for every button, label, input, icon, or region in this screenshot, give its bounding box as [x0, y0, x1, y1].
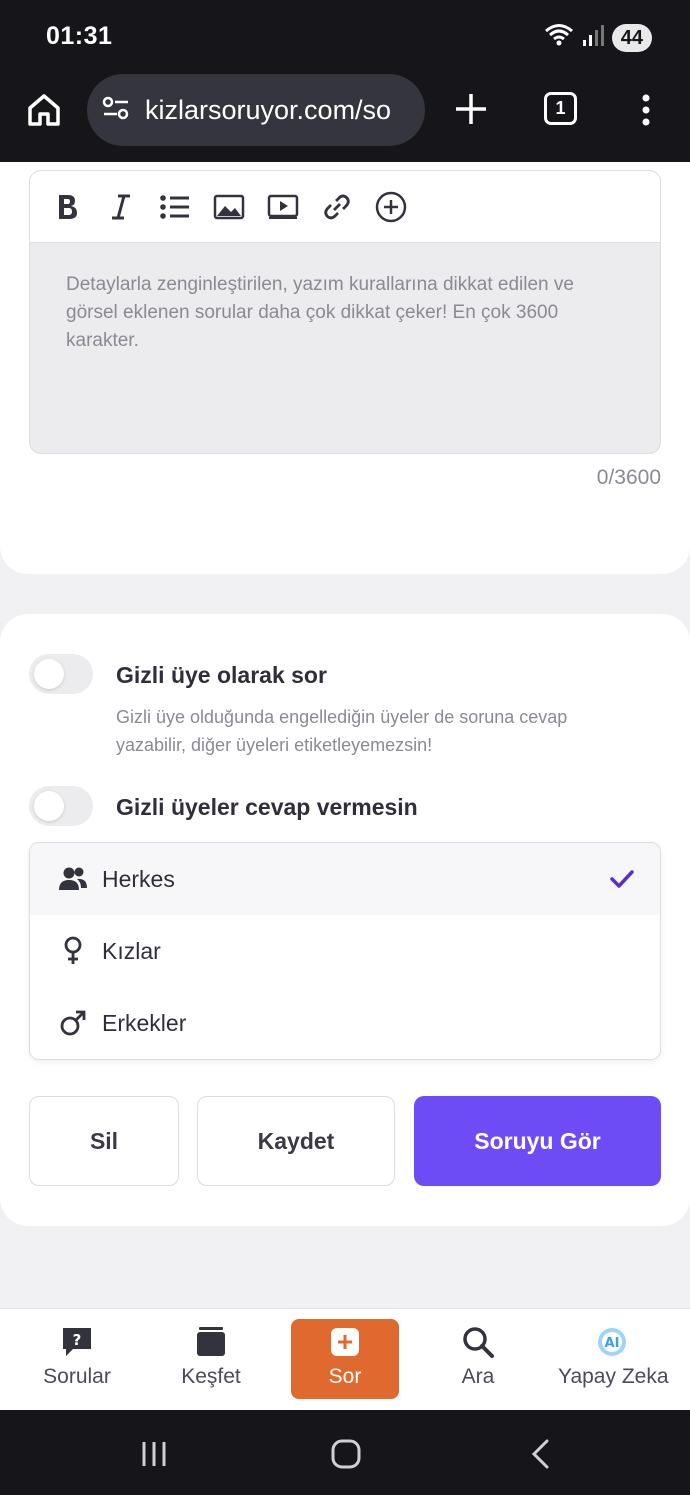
- nav-label: Ara: [461, 1365, 495, 1388]
- dropdown-option-label: Kızlar: [102, 937, 161, 964]
- no-anonymous-answers-title: Gizli üyeler cevap vermesin: [116, 794, 418, 820]
- bold-icon[interactable]: [50, 190, 84, 224]
- back-icon[interactable]: [528, 1438, 552, 1475]
- bottom-navigation: ? Sorular Keşfet Sor Ara AI Yapay Zeka: [0, 1308, 690, 1410]
- browser-toolbar: kizlarsoruyor.com/so 1: [0, 72, 690, 162]
- system-navigation-bar: [0, 1410, 690, 1495]
- home-icon[interactable]: [24, 90, 64, 130]
- video-icon[interactable]: [266, 190, 300, 224]
- dropdown-option-label: Erkekler: [102, 1009, 187, 1036]
- anonymous-option-title: Gizli üye olarak sor: [116, 662, 327, 688]
- signal-icon: [582, 23, 604, 52]
- anonymous-option-description: Gizli üye olduğunda engellediğin üyeler …: [116, 707, 568, 755]
- question-bubble-icon: ?: [60, 1325, 94, 1359]
- italic-icon[interactable]: [104, 190, 138, 224]
- toggle-knob: [34, 659, 64, 689]
- wifi-icon: [544, 22, 574, 53]
- dropdown-option-everyone[interactable]: Herkes: [30, 843, 660, 915]
- nav-item-discover[interactable]: Keşfet: [157, 1319, 265, 1399]
- users-icon: [58, 864, 88, 894]
- nav-item-questions[interactable]: ? Sorular: [23, 1319, 131, 1399]
- nav-item-search[interactable]: Ara: [424, 1319, 532, 1399]
- delete-button[interactable]: Sil: [29, 1096, 179, 1186]
- add-circle-icon[interactable]: [374, 190, 408, 224]
- dropdown-option-girls[interactable]: Kızlar: [30, 915, 660, 987]
- nav-label: Yapay Zeka: [558, 1365, 669, 1388]
- anonymous-toggle[interactable]: [29, 654, 93, 694]
- audience-dropdown-menu: Herkes Kızlar Erkekler: [29, 842, 661, 1060]
- ai-icon: AI: [595, 1325, 629, 1359]
- list-icon[interactable]: [158, 190, 192, 224]
- image-icon[interactable]: [212, 190, 246, 224]
- no-anonymous-answers-toggle[interactable]: [29, 786, 93, 826]
- address-bar[interactable]: kizlarsoruyor.com/so: [87, 74, 425, 146]
- battery-indicator: 44: [611, 23, 652, 52]
- nav-label: Sorular: [43, 1365, 111, 1388]
- question-details-card: Detaylarla zenginleştirilen, yazım kural…: [0, 162, 690, 574]
- editor-toolbar: [30, 171, 660, 243]
- search-icon: [461, 1325, 495, 1359]
- toggle-knob: [34, 791, 64, 821]
- svg-text:AI: AI: [605, 1336, 620, 1351]
- preview-question-button[interactable]: Soruyu Gör: [414, 1096, 661, 1186]
- status-time: 01:31: [46, 22, 113, 50]
- dropdown-option-boys[interactable]: Erkekler: [30, 987, 660, 1059]
- editor-placeholder[interactable]: Detaylarla zenginleştirilen, yazım kural…: [30, 243, 660, 355]
- dropdown-option-label: Herkes: [102, 865, 175, 892]
- female-icon: [58, 936, 88, 966]
- nav-label: Keşfet: [181, 1365, 241, 1388]
- url-text: kizlarsoruyor.com/so: [145, 94, 392, 125]
- status-icons: 44: [544, 22, 652, 53]
- nav-label: Sor: [328, 1365, 362, 1388]
- status-bar: 01:31 44: [0, 0, 690, 72]
- checkmark-icon: [608, 865, 636, 893]
- save-button[interactable]: Kaydet: [197, 1096, 395, 1186]
- recent-apps-icon[interactable]: [140, 1440, 168, 1473]
- tab-switcher-button[interactable]: 1: [544, 92, 577, 125]
- svg-text:?: ?: [73, 1331, 82, 1349]
- home-button-icon[interactable]: [331, 1439, 361, 1474]
- more-menu-icon[interactable]: [636, 90, 656, 130]
- new-tab-icon[interactable]: [452, 90, 490, 128]
- link-icon[interactable]: [320, 190, 354, 224]
- rich-text-editor: Detaylarla zenginleştirilen, yazım kural…: [29, 170, 661, 454]
- character-counter: 0/3600: [596, 466, 661, 489]
- site-settings-icon[interactable]: [101, 95, 131, 126]
- cards-icon: [194, 1325, 228, 1359]
- add-icon: [328, 1325, 362, 1359]
- nav-item-ai[interactable]: AI Yapay Zeka: [558, 1319, 669, 1399]
- nav-item-ask[interactable]: Sor: [291, 1319, 399, 1399]
- male-icon: [58, 1008, 88, 1038]
